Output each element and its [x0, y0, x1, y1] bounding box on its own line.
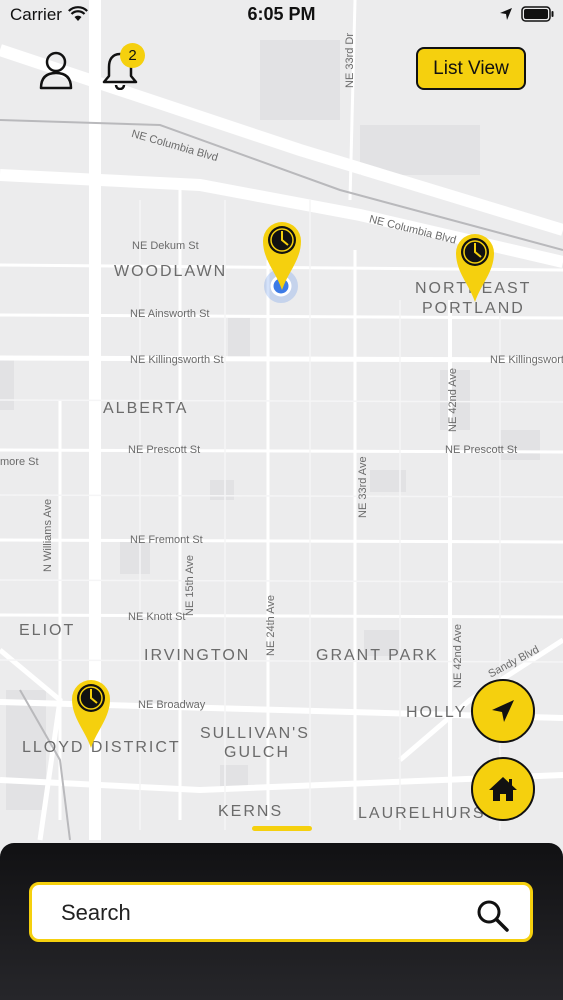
street-label: NE Dekum St [132, 240, 199, 252]
clock-pin-icon[interactable] [455, 232, 495, 304]
home-icon [489, 777, 517, 801]
street-label: NE 33rd Dr [344, 32, 356, 88]
street-label: NE Broadway [138, 699, 206, 711]
area-label: HOLLY [406, 704, 468, 721]
street-label: NE Knott St [128, 611, 186, 623]
list-view-button[interactable]: List View [416, 47, 526, 90]
street-label: more St [0, 456, 39, 468]
street-label: NE Killingsworth [490, 354, 563, 366]
street-label: NE 24th Ave [265, 595, 277, 656]
home-button[interactable] [471, 757, 535, 821]
street-label: NE 42nd Ave [447, 367, 459, 432]
sheet-handle[interactable] [252, 826, 312, 831]
search-bar[interactable] [29, 882, 533, 942]
street-label: NE 33rd Ave [357, 456, 369, 518]
street-label: N Williams Ave [42, 498, 54, 572]
area-label: GRANT PARK [316, 647, 439, 664]
street-label: NE 42nd Ave [452, 623, 464, 688]
navigate-button[interactable] [471, 679, 535, 743]
search-icon[interactable] [476, 899, 510, 933]
battery-icon [521, 6, 554, 22]
area-label: LAURELHURS [358, 805, 486, 822]
street-label: NE 15th Ave [184, 555, 196, 616]
area-label: SULLIVAN'S [200, 725, 310, 742]
street-label: NE Fremont St [130, 534, 203, 546]
area-label: ELIOT [19, 622, 76, 639]
area-label: IRVINGTON [144, 647, 251, 664]
street-label: NE Killingsworth St [130, 354, 224, 366]
navigate-arrow-icon [492, 700, 514, 722]
street-label: NE Ainsworth St [130, 308, 210, 320]
area-label: GULCH [224, 744, 291, 761]
location-arrow-icon [500, 8, 512, 20]
street-label: NE Prescott St [445, 444, 518, 456]
clock-pin-icon[interactable] [71, 678, 111, 750]
notification-badge: 2 [120, 43, 145, 68]
profile-icon[interactable] [38, 50, 74, 90]
area-label: ALBERTA [103, 400, 189, 417]
search-input[interactable] [59, 895, 463, 931]
clock-pin-icon[interactable] [262, 220, 302, 292]
area-label: WOODLAWN [114, 263, 228, 280]
street-label: NE Prescott St [128, 444, 201, 456]
status-bar: Carrier 6:05 PM [0, 0, 563, 30]
status-time: 6:05 PM [247, 4, 316, 24]
area-label: KERNS [218, 803, 284, 820]
